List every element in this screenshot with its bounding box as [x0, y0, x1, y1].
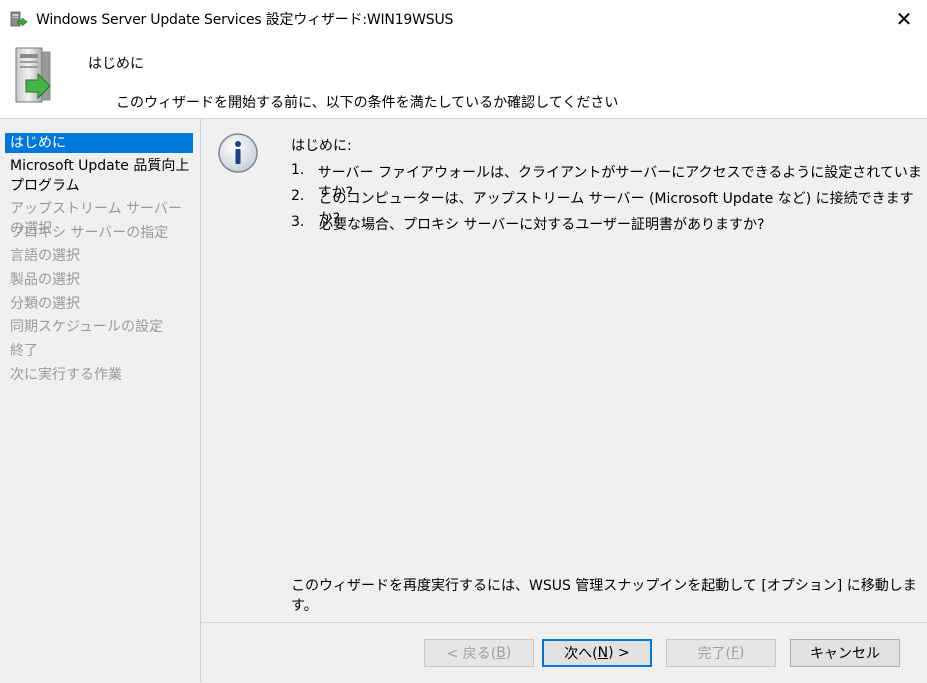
finish-button-label: 完了( — [697, 646, 731, 662]
sidebar-item-languages: 言語の選択 — [10, 248, 80, 264]
next-button-label: 次へ( — [564, 646, 598, 662]
sidebar-item-sync-schedule: 同期スケジュールの設定 — [10, 319, 164, 335]
sidebar-item-whats-next: 次に実行する作業 — [10, 367, 122, 383]
finish-button-accesskey: F — [730, 645, 740, 661]
back-button-accesskey: B — [496, 645, 506, 661]
back-button-label-end: ) — [505, 645, 512, 661]
sidebar-item-products: 製品の選択 — [10, 272, 80, 288]
finish-button-label-end: ) — [739, 645, 745, 661]
sidebar-item-proxy-server: プロキシ サーバーの指定 — [10, 225, 169, 241]
list-item-text: 必要な場合、プロキシ サーバーに対するユーザー証明書がありますか? — [319, 217, 765, 233]
next-button[interactable]: 次へ(N) > — [542, 639, 652, 667]
back-button-label: < 戻る( — [446, 646, 497, 662]
list-item: 3. 必要な場合、プロキシ サーバーに対するユーザー証明書がありますか? — [291, 214, 764, 234]
next-button-accesskey: N — [597, 645, 609, 661]
list-item-number: 3. — [291, 214, 305, 230]
footer-note: このウィザードを再度実行するには、WSUS 管理スナップインを起動して [オプシ… — [291, 578, 917, 614]
button-bar: < 戻る(B) 次へ(N) > 完了(F) キャンセル — [201, 622, 927, 683]
server-arrow-icon — [15, 47, 51, 103]
close-icon: ✕ — [895, 7, 913, 31]
sidebar-item-improvement-program[interactable]: Microsoft Update 品質向上 プログラム — [5, 156, 193, 196]
page-title: はじめに — [88, 56, 144, 72]
sidebar-item-classifications: 分類の選択 — [10, 296, 80, 312]
sidebar-item-finish: 終了 — [10, 343, 38, 359]
wizard-content: はじめに: 1. サーバー ファイアウォールは、クライアントがサーバーにアクセス… — [201, 119, 927, 622]
intro-label: はじめに: — [291, 138, 352, 154]
page-subtitle: このウィザードを開始する前に、以下の条件を満たしているか確認してください — [116, 95, 619, 111]
wizard-header: はじめに このウィザードを開始する前に、以下の条件を満たしているか確認してくださ… — [0, 38, 927, 119]
window-title: Windows Server Update Services 設定ウィザード:W… — [36, 12, 454, 28]
wizard-steps-sidebar: はじめに Microsoft Update 品質向上 プログラム アップストリー… — [0, 119, 201, 682]
next-button-label-end: ) > — [608, 645, 630, 661]
cancel-button[interactable]: キャンセル — [790, 639, 900, 667]
sidebar-item-introduction[interactable]: はじめに — [5, 133, 193, 153]
wizard-window: Windows Server Update Services 設定ウィザード:W… — [0, 0, 927, 683]
finish-button[interactable]: 完了(F) — [666, 639, 776, 667]
wsus-server-icon — [10, 11, 28, 27]
info-icon — [218, 133, 258, 173]
back-button[interactable]: < 戻る(B) — [424, 639, 534, 667]
title-bar: Windows Server Update Services 設定ウィザード:W… — [0, 0, 927, 38]
close-button[interactable]: ✕ — [881, 0, 927, 38]
